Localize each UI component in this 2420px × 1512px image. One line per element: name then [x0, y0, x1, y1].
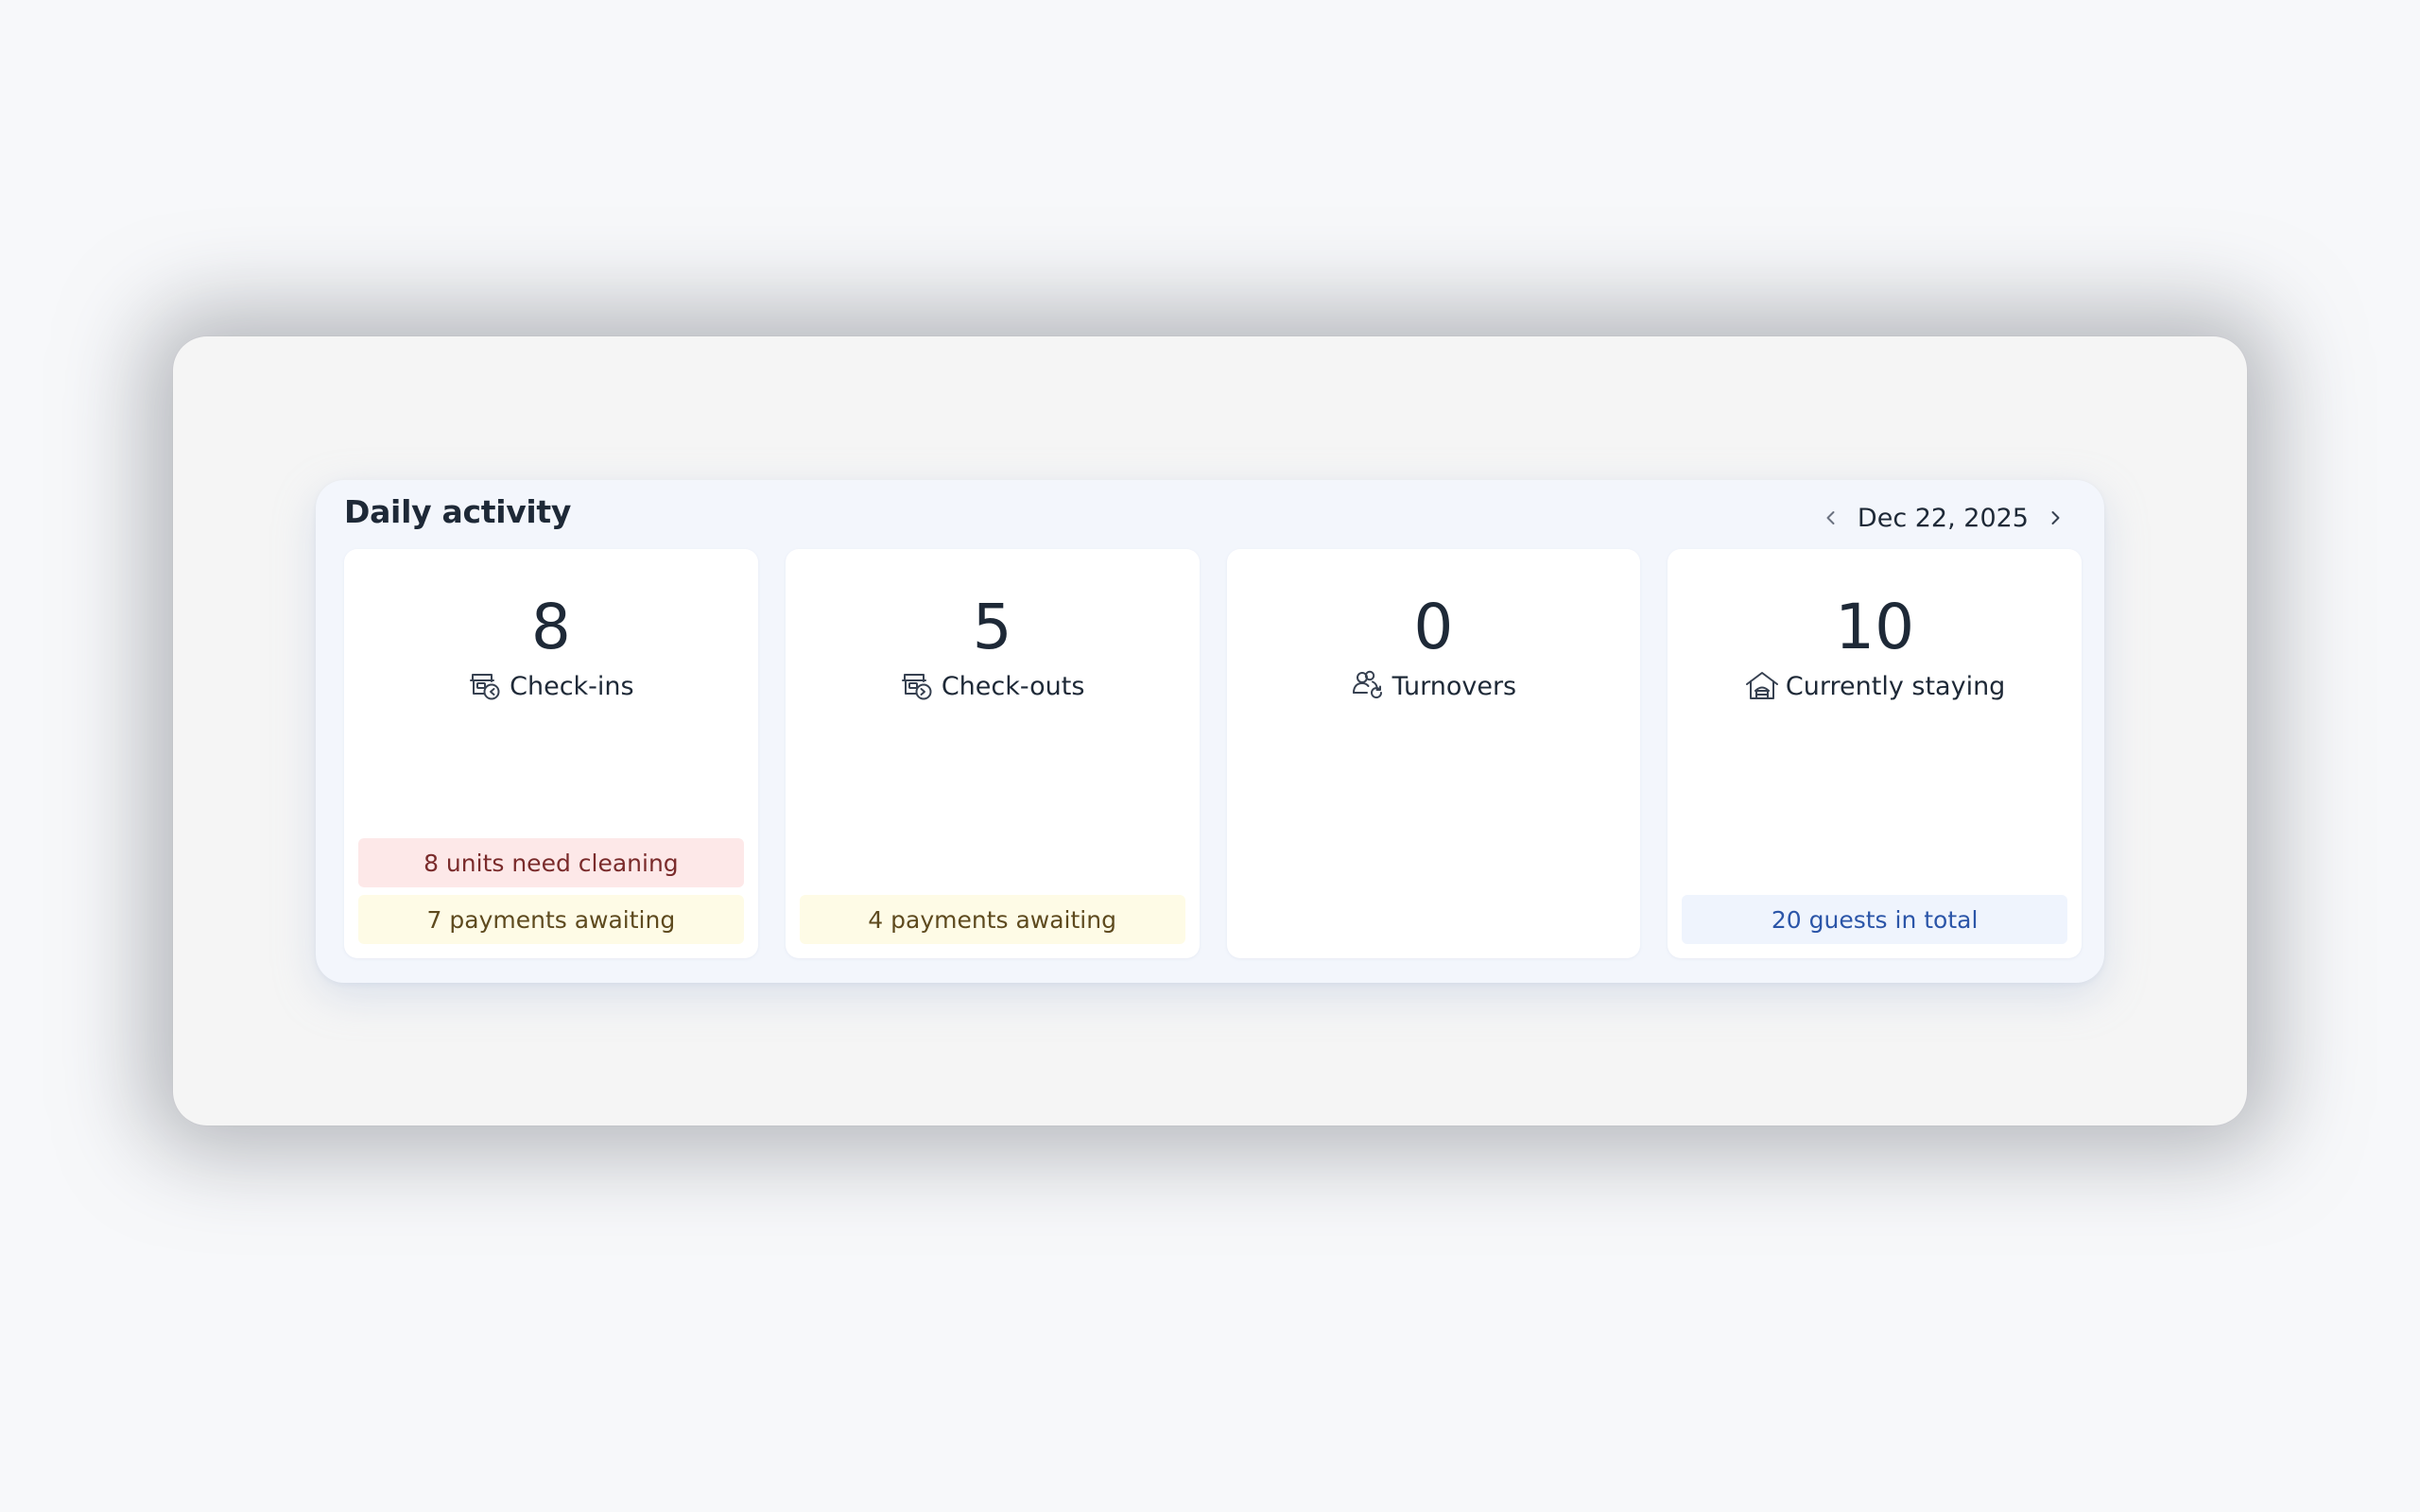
date-navigator: Dec 22, 2025 [1810, 495, 2076, 541]
currently-staying-label: Currently staying [1785, 671, 2006, 701]
check-out-icon [900, 668, 936, 704]
payments-awaiting-badge[interactable]: 4 payments awaiting [799, 895, 1185, 944]
turnover-icon [1351, 668, 1387, 704]
check-outs-label: Check-outs [941, 671, 1085, 701]
check-in-icon [468, 668, 504, 704]
activity-cards: 8 Check-ins 8 units need cleaning 7 paym… [344, 549, 2082, 958]
currently-staying-count: 10 [1835, 591, 1915, 663]
turnovers-count: 0 [1413, 591, 1454, 663]
chevron-left-icon [1826, 511, 1835, 524]
turnovers-label: Turnovers [1392, 671, 1517, 701]
next-day-button[interactable] [2034, 497, 2076, 539]
check-outs-count: 5 [972, 591, 1012, 663]
card-check-ins[interactable]: 8 Check-ins 8 units need cleaning 7 paym… [344, 549, 758, 958]
home-icon [1744, 668, 1780, 704]
check-ins-label: Check-ins [510, 671, 634, 701]
units-cleaning-badge[interactable]: 8 units need cleaning [358, 838, 744, 887]
previous-day-button[interactable] [1810, 497, 1852, 539]
payments-awaiting-badge[interactable]: 7 payments awaiting [358, 895, 744, 944]
card-turnovers[interactable]: 0 Turnovers [1226, 549, 1641, 958]
check-ins-count: 8 [530, 591, 571, 663]
current-date[interactable]: Dec 22, 2025 [1852, 504, 2034, 533]
chevron-right-icon [2051, 511, 2060, 524]
card-currently-staying[interactable]: 10 Currently staying 20 guests in total [1668, 549, 2082, 958]
widget-title: Daily activity [344, 493, 572, 530]
guests-total-badge[interactable]: 20 guests in total [1682, 895, 2067, 944]
daily-activity-widget: Daily activity Dec 22, 2025 8 Check-ins … [316, 480, 2104, 983]
card-check-outs[interactable]: 5 Check-outs 4 payments awaiting [785, 549, 1200, 958]
